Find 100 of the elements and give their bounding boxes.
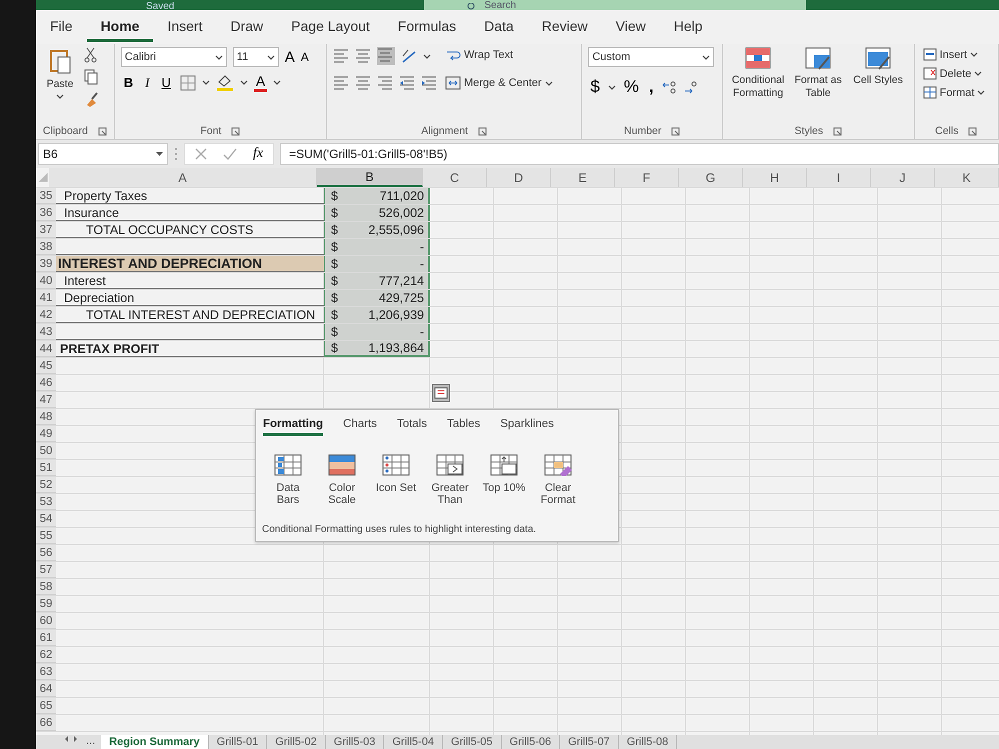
search-field[interactable]: Search — [424, 0, 806, 10]
selected-cell[interactable]: $ 1,193,864 — [324, 341, 430, 357]
analysis-option[interactable]: Icon Set — [372, 454, 420, 506]
sheet-tab[interactable]: Grill5-08 — [618, 735, 678, 749]
selected-cell[interactable]: $ - — [324, 324, 430, 340]
sheet-tab[interactable]: Grill5-07 — [560, 735, 619, 749]
selected-cell[interactable]: $ - — [324, 239, 430, 255]
caret-icon[interactable] — [240, 80, 248, 85]
font-style-button[interactable]: I — [142, 74, 152, 90]
panel-tab[interactable]: Charts — [343, 418, 377, 436]
align-middle-icon[interactable] — [354, 48, 371, 64]
caret-icon[interactable] — [266, 54, 275, 60]
paintbrush-icon[interactable] — [84, 91, 99, 107]
paste-button[interactable]: Paste — [42, 47, 78, 125]
menu-tab[interactable]: Formulas — [384, 12, 470, 42]
font-name-field[interactable]: Calibri — [120, 47, 227, 67]
menu-tab[interactable]: Help — [660, 12, 717, 42]
number-format-button[interactable]: , — [646, 77, 656, 97]
menu-tab[interactable]: Insert — [153, 12, 216, 42]
panel-tab[interactable]: Tables — [446, 418, 480, 436]
increase-decimal-icon[interactable] — [662, 80, 677, 94]
borders-icon[interactable] — [180, 74, 196, 90]
caret-icon[interactable] — [422, 54, 431, 58]
caret-icon[interactable] — [544, 80, 553, 86]
sheet-tab[interactable]: Grill5-01 — [208, 735, 268, 749]
cells-button[interactable]: Delete — [920, 66, 988, 81]
dialog-launcher-icon[interactable] — [231, 126, 240, 136]
sheet-tab[interactable]: Grill5-05 — [442, 735, 502, 749]
font-style-button[interactable]: U — [158, 75, 174, 90]
column-header[interactable]: C — [423, 168, 487, 187]
column-header[interactable]: G — [679, 168, 743, 187]
orientation-icon[interactable] — [400, 48, 417, 64]
insert-function-button[interactable]: fx — [253, 146, 264, 162]
grow-font-button[interactable]: A — [284, 48, 295, 66]
menu-tab[interactable]: View — [602, 12, 660, 42]
quick-analysis-button[interactable] — [432, 384, 450, 402]
column-header[interactable]: E — [551, 168, 615, 187]
decrease-decimal-icon[interactable] — [682, 80, 698, 94]
decrease-indent-icon[interactable] — [398, 75, 415, 91]
selected-cell[interactable]: $ - — [324, 256, 430, 272]
analysis-option[interactable]: Color Scale — [318, 454, 366, 506]
column-header[interactable]: D — [487, 168, 551, 187]
dialog-launcher-icon[interactable] — [833, 126, 842, 136]
align-right-icon[interactable] — [376, 75, 393, 91]
cells-button[interactable]: Format — [920, 85, 988, 100]
name-box[interactable]: B6 — [38, 143, 168, 165]
formula-field[interactable]: =SUM('Grill5-01:Grill5-08'!B5) — [280, 143, 999, 165]
column-header[interactable]: H — [743, 168, 807, 187]
menu-tab[interactable]: Review — [528, 12, 602, 42]
caret-icon[interactable] — [970, 52, 978, 57]
panel-tab[interactable]: Totals — [396, 418, 427, 436]
selected-cell[interactable]: $ 429,725 — [324, 290, 430, 306]
menu-tab[interactable]: File — [36, 12, 87, 42]
menu-tab[interactable]: Data — [470, 12, 528, 42]
caret-icon[interactable] — [702, 54, 710, 60]
shrink-font-button[interactable]: A — [300, 50, 309, 64]
panel-tab[interactable]: Sparklines — [500, 418, 554, 436]
font-color-button[interactable]: A — [254, 73, 268, 92]
dialog-launcher-icon[interactable] — [968, 126, 978, 136]
column-header[interactable]: A — [49, 168, 317, 187]
selected-cell[interactable]: $ 1,206,939 — [324, 307, 430, 323]
number-format-button[interactable]: $ — [588, 77, 602, 97]
analysis-option[interactable]: Top 10% — [480, 454, 528, 506]
column-header[interactable]: J — [871, 168, 935, 187]
caret-icon[interactable] — [608, 84, 616, 90]
selected-cell[interactable]: $ 2,555,096 — [324, 222, 430, 238]
sheet-tab[interactable]: Grill5-03 — [326, 735, 384, 749]
increase-indent-icon[interactable] — [420, 75, 437, 91]
menu-tab[interactable]: Page Layout — [277, 12, 384, 42]
number-format-button[interactable]: % — [622, 77, 641, 97]
analysis-option[interactable]: Clear Format — [534, 454, 582, 506]
align-center-icon[interactable] — [354, 75, 371, 91]
styles-button[interactable]: Format as Table — [789, 47, 848, 125]
fill-color-icon[interactable] — [216, 74, 234, 92]
copy-icon[interactable] — [84, 69, 98, 85]
styles-button[interactable]: Conditional Formatting — [729, 47, 788, 125]
analysis-option[interactable]: Greater Than — [426, 454, 474, 506]
caret-icon[interactable] — [974, 71, 982, 76]
caret-icon[interactable] — [202, 80, 210, 85]
column-header[interactable]: I — [807, 168, 871, 187]
dialog-launcher-icon[interactable] — [671, 126, 680, 136]
sheet-tab[interactable]: Region Summary — [101, 735, 209, 749]
number-format-field[interactable]: Custom — [588, 47, 714, 67]
drag-handle-icon[interactable] — [174, 146, 178, 162]
more-sheets-button[interactable]: ... — [80, 735, 102, 747]
sheet-tab[interactable]: Grill5-06 — [502, 735, 560, 749]
caret-icon[interactable] — [56, 94, 64, 99]
align-bottom-icon[interactable] — [376, 47, 395, 65]
merge-center-button[interactable]: Merge & Center — [442, 75, 555, 91]
dialog-launcher-icon[interactable] — [98, 126, 107, 136]
caret-icon[interactable] — [273, 80, 282, 85]
dialog-launcher-icon[interactable] — [478, 126, 487, 136]
align-top-icon[interactable] — [332, 48, 349, 64]
panel-tab[interactable]: Formatting — [263, 418, 324, 436]
font-style-button[interactable]: B — [120, 75, 136, 90]
selected-cell[interactable]: $ 711,020 — [324, 188, 430, 204]
wrap-text-button[interactable]: Wrap Text — [442, 47, 555, 63]
column-header[interactable]: K — [935, 168, 999, 187]
sheet-tab[interactable]: Grill5-04 — [384, 735, 443, 749]
font-size-field[interactable]: 11 — [232, 47, 279, 67]
